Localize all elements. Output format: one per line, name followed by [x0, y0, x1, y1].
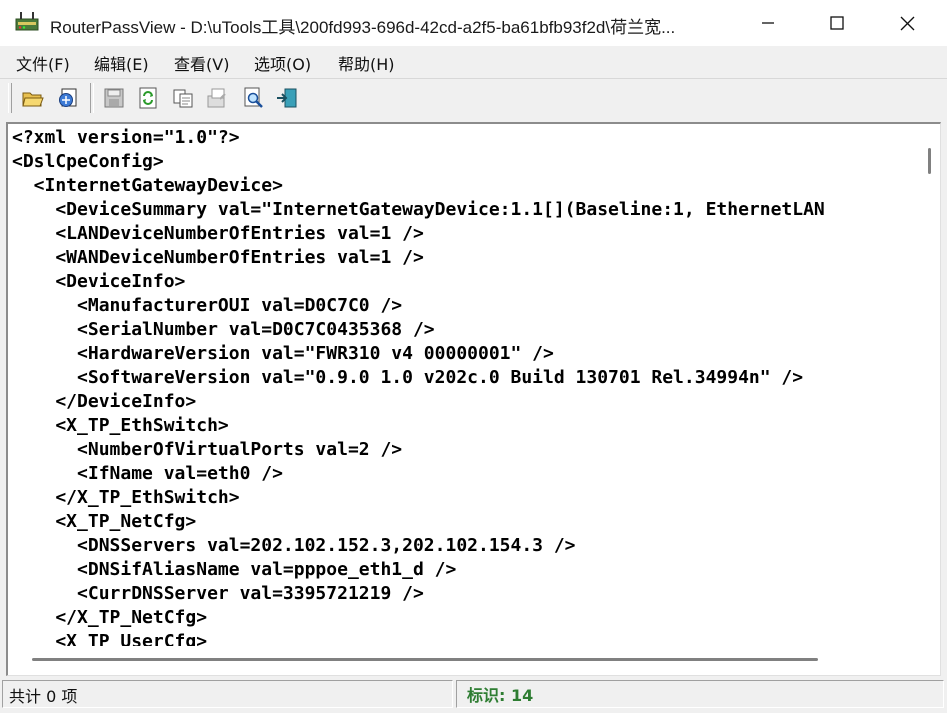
xml-line: <HardwareVersion val="FWR310 v4 00000001… [12, 343, 554, 364]
open-folder-button[interactable] [20, 85, 46, 111]
xml-line: <IfName val=eth0 /> [12, 463, 283, 484]
menu-options[interactable]: 选项(O) [254, 51, 311, 75]
status-bar: 共计 0 项 标识: 14 [0, 676, 947, 713]
exit-icon [277, 88, 297, 108]
toolbar [0, 78, 947, 119]
xml-line: <?xml version="1.0"?> [12, 127, 240, 148]
xml-line: </DeviceInfo> [12, 391, 197, 412]
exit-button[interactable] [274, 85, 300, 111]
close-icon [900, 16, 914, 30]
menu-file[interactable]: 文件(F) [16, 51, 70, 75]
minimize-icon [762, 22, 774, 24]
vertical-scroll-thumb[interactable] [928, 148, 931, 174]
xml-line: <ManufacturerOUI val=D0C7C0 /> [12, 295, 403, 316]
xml-line: <DeviceInfo> [12, 271, 186, 292]
xml-line: <LANDeviceNumberOfEntries val=1 /> [12, 223, 424, 244]
menu-view[interactable]: 查看(V) [174, 51, 229, 75]
toolbar-grip[interactable] [8, 83, 12, 113]
xml-line: <DNSifAliasName val=pppoe_eth1_d /> [12, 559, 457, 580]
xml-line: <X_TP_NetCfg> [12, 511, 197, 532]
window-title: RouterPassView - D:\uTools工具\200fd993-69… [50, 18, 676, 37]
menu-help[interactable]: 帮助(H) [338, 51, 395, 75]
find-button[interactable] [240, 85, 266, 111]
xml-content-view[interactable]: <?xml version="1.0"?> <DslCpeConfig> <Int… [6, 122, 941, 676]
open-config-icon [59, 88, 77, 107]
save-icon [104, 88, 124, 108]
scrollbar-corner [920, 646, 940, 674]
xml-line: <InternetGatewayDevice> [12, 175, 283, 196]
xml-line: </X_TP_NetCfg> [12, 607, 208, 628]
toolbar-separator [90, 83, 94, 113]
minimize-button[interactable] [733, 0, 803, 46]
title-bar[interactable]: RouterPassView - D:\uTools工具\200fd993-69… [0, 0, 947, 46]
horizontal-scroll-thumb[interactable] [32, 658, 818, 661]
menu-bar: 文件(F) 编辑(E) 查看(V) 选项(O) 帮助(H) [0, 46, 947, 76]
find-icon [244, 87, 263, 108]
xml-line: <DNSServers val=202.102.152.3,202.102.15… [12, 535, 576, 556]
xml-text[interactable]: <?xml version="1.0"?> <DslCpeConfig> <Int… [12, 126, 825, 654]
xml-line: <CurrDNSServer val=3395721219 /> [12, 583, 424, 604]
open-folder-icon [22, 92, 44, 107]
xml-line: <WANDeviceNumberOfEntries val=1 /> [12, 247, 424, 268]
open-config-button[interactable] [55, 85, 81, 111]
refresh-button[interactable] [135, 85, 161, 111]
xml-line: <SerialNumber val=D0C7C0435368 /> [12, 319, 435, 340]
menu-edit[interactable]: 编辑(E) [94, 51, 149, 75]
xml-line: <DslCpeConfig> [12, 151, 164, 172]
router-app-icon [15, 12, 39, 31]
refresh-icon [139, 87, 157, 109]
xml-line: </X_TP_EthSwitch> [12, 487, 240, 508]
copy-icon [173, 89, 193, 108]
save-button[interactable] [101, 85, 127, 111]
maximize-button[interactable] [802, 0, 872, 46]
xml-line: <X_TP_EthSwitch> [12, 415, 229, 436]
properties-button[interactable] [204, 85, 230, 111]
item-count: 共计 0 项 [9, 687, 78, 706]
xml-line: <DeviceSummary val="InternetGatewayDevic… [12, 199, 825, 220]
properties-icon [207, 88, 226, 108]
tag-count: 标识: 14 [467, 686, 534, 705]
xml-line: <SoftwareVersion val="0.9.0 1.0 v202c.0 … [12, 367, 804, 388]
copy-button[interactable] [170, 85, 196, 111]
xml-line: <NumberOfVirtualPorts val=2 /> [12, 439, 403, 460]
close-button[interactable] [872, 0, 942, 46]
maximize-icon [830, 16, 844, 30]
vertical-scrollbar[interactable] [920, 124, 940, 646]
horizontal-scrollbar[interactable] [8, 646, 920, 674]
